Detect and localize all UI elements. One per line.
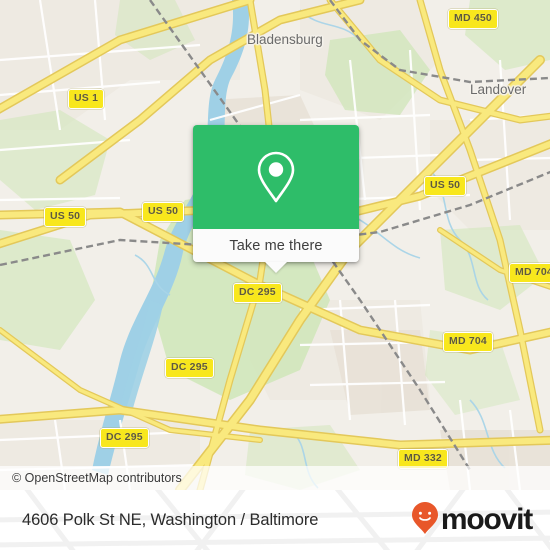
popup-tail-pointer bbox=[265, 262, 287, 273]
road-shield-us50-a[interactable]: US 50 bbox=[142, 202, 185, 222]
road-shield-dc295-b[interactable]: DC 295 bbox=[165, 358, 214, 378]
moovit-wordmark: moovit bbox=[440, 503, 533, 536]
road-shield-us1[interactable]: US 1 bbox=[68, 89, 105, 109]
map-pin-icon bbox=[254, 149, 298, 205]
moovit-map-screen: Bladensburg Landover MD 450 US 1 US 50 U… bbox=[0, 0, 550, 550]
map-canvas[interactable]: Bladensburg Landover MD 450 US 1 US 50 U… bbox=[0, 0, 550, 490]
map-attribution: © OpenStreetMap contributors bbox=[0, 466, 550, 490]
road-shield-dc295-a[interactable]: DC 295 bbox=[233, 283, 282, 303]
location-popup-card[interactable]: Take me there bbox=[193, 125, 359, 273]
moovit-pin-icon bbox=[411, 501, 439, 540]
popup-icon-panel bbox=[193, 125, 359, 229]
take-me-there-button[interactable]: Take me there bbox=[193, 229, 359, 262]
road-shield-md704-a[interactable]: MD 704 bbox=[509, 263, 550, 283]
road-shield-dc295-c[interactable]: DC 295 bbox=[100, 428, 149, 448]
attribution-text: © OpenStreetMap contributors bbox=[12, 471, 182, 485]
road-shield-md450[interactable]: MD 450 bbox=[448, 9, 498, 29]
road-shield-us50-b[interactable]: US 50 bbox=[44, 207, 87, 227]
footer-bar: 4606 Polk St NE, Washington / Baltimore … bbox=[0, 490, 550, 550]
road-shield-md704-b[interactable]: MD 704 bbox=[443, 332, 493, 352]
road-shield-us50-c[interactable]: US 50 bbox=[424, 176, 467, 196]
moovit-logo[interactable]: moovit bbox=[411, 501, 533, 540]
location-title: 4606 Polk St NE, Washington / Baltimore bbox=[22, 510, 319, 529]
